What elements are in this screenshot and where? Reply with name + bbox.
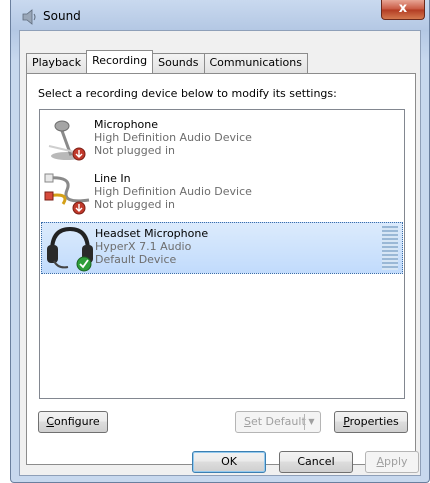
set-default-button[interactable]: Set Default ▼ bbox=[235, 411, 321, 433]
cancel-button[interactable]: Cancel bbox=[279, 451, 353, 473]
line-in-cable-icon bbox=[44, 173, 90, 215]
set-default-accesskey: S bbox=[244, 415, 251, 428]
tab-communications[interactable]: Communications bbox=[203, 53, 308, 73]
properties-label: roperties bbox=[349, 415, 399, 428]
tab-strip: Playback Recording Sounds Communications bbox=[26, 50, 308, 73]
device-name: Microphone bbox=[94, 118, 159, 131]
device-name: Line In bbox=[94, 172, 131, 185]
device-driver: High Definition Audio Device bbox=[94, 185, 252, 198]
device-list[interactable]: Microphone High Definition Audio Device … bbox=[39, 109, 405, 399]
device-status: Not plugged in bbox=[94, 198, 176, 211]
list-item-microphone[interactable]: Microphone High Definition Audio Device … bbox=[41, 114, 403, 166]
headset-icon bbox=[47, 226, 93, 272]
configure-label: onfigure bbox=[54, 415, 100, 428]
device-driver: High Definition Audio Device bbox=[94, 131, 252, 144]
dropdown-arrow-icon[interactable]: ▼ bbox=[304, 414, 318, 430]
tab-playback[interactable]: Playback bbox=[26, 53, 88, 73]
properties-button[interactable]: Properties bbox=[334, 411, 408, 433]
tab-recording[interactable]: Recording bbox=[86, 50, 154, 73]
apply-accesskey: A bbox=[376, 455, 384, 468]
title-bar[interactable]: Sound x bbox=[11, 0, 429, 32]
device-driver: HyperX 7.1 Audio bbox=[95, 240, 192, 253]
device-status: Default Device bbox=[95, 253, 177, 266]
ok-button[interactable]: OK bbox=[192, 451, 266, 473]
apply-label: pply bbox=[384, 455, 408, 468]
window-title: Sound bbox=[43, 9, 81, 23]
device-status: Not plugged in bbox=[94, 144, 176, 157]
sound-dialog: Sound x Playback Recording Sounds Commun… bbox=[10, 0, 430, 483]
dialog-client: Playback Recording Sounds Communications… bbox=[19, 30, 421, 476]
speaker-icon bbox=[22, 9, 36, 25]
configure-accesskey: C bbox=[46, 415, 55, 428]
close-button[interactable]: x bbox=[381, 0, 425, 20]
level-meter bbox=[382, 226, 398, 270]
list-item-headset-microphone[interactable]: Headset Microphone HyperX 7.1 Audio Defa… bbox=[41, 222, 403, 274]
apply-button[interactable]: Apply bbox=[365, 451, 419, 473]
instruction-text: Select a recording device below to modif… bbox=[38, 87, 337, 100]
recording-panel: Select a recording device below to modif… bbox=[26, 73, 416, 465]
device-name: Headset Microphone bbox=[95, 227, 209, 240]
configure-button[interactable]: Configure bbox=[38, 411, 108, 433]
microphone-icon bbox=[48, 120, 86, 161]
tab-sounds[interactable]: Sounds bbox=[152, 53, 205, 73]
list-item-line-in[interactable]: Line In High Definition Audio Device Not… bbox=[41, 168, 403, 220]
set-default-label: et Default bbox=[250, 415, 306, 428]
